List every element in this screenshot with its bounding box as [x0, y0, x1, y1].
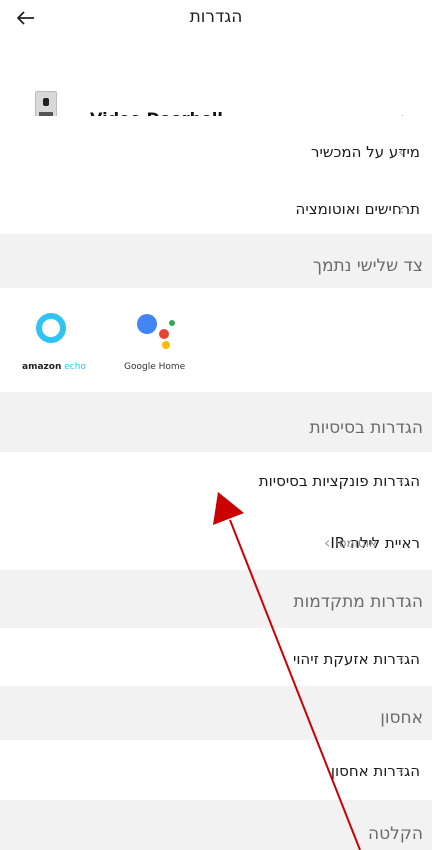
section-basic-settings: הגדרות בסיסיות	[0, 392, 432, 452]
page-title: הגדרות	[189, 7, 243, 27]
detection-alarm-row[interactable]: הגדרות אזעקת זיהוי ‹	[0, 628, 432, 686]
device-info-row[interactable]: מידע על המכשיר ‹	[0, 116, 432, 176]
top-bar: הגדרות	[0, 0, 432, 40]
chevron-left-icon: ‹	[398, 200, 405, 219]
device-row[interactable]: Video Doorbell ‹	[0, 40, 432, 143]
ir-night-vision-value: אוטומטי	[336, 536, 377, 550]
section-third-party: צד שלישי נתמך	[0, 234, 432, 288]
third-party-integrations	[0, 288, 432, 392]
google-assistant-icon[interactable]	[136, 313, 178, 349]
section-title: הקלטה	[368, 824, 423, 844]
chevron-left-icon: ‹	[398, 471, 405, 490]
section-storage: אחסון	[0, 686, 432, 740]
section-title: אחסון	[380, 708, 423, 728]
section-recording: הקלטה	[0, 800, 432, 850]
scenarios-automation-row[interactable]: תרחישים ואוטומציה ‹	[0, 176, 432, 234]
section-title: הגדרות בסיסיות	[309, 418, 424, 438]
section-title: הגדרות מתקדמות	[293, 592, 423, 612]
chevron-left-icon: ‹	[398, 761, 405, 780]
alexa-icon[interactable]	[36, 313, 66, 343]
basic-functions-row[interactable]: הגדרות פונקציות בסיסיות ‹	[0, 452, 432, 508]
section-advanced-settings: הגדרות מתקדמות	[0, 570, 432, 628]
basic-functions-label: הגדרות פונקציות בסיסיות	[258, 472, 420, 490]
chevron-left-icon: ‹	[398, 142, 405, 161]
amazon-echo-label: amazon echo	[22, 362, 86, 372]
chevron-left-icon: ‹	[398, 649, 405, 668]
ir-night-vision-row[interactable]: ראיית לילה IR אוטומטי ‹	[0, 508, 432, 570]
google-home-label: Google Home	[124, 362, 186, 372]
section-title: צד שלישי נתמך	[312, 256, 423, 276]
storage-settings-label: הגדרות אחסון	[330, 762, 420, 780]
storage-settings-row[interactable]: הגדרות אחסון ‹	[0, 740, 432, 800]
chevron-left-icon: ‹	[324, 533, 331, 552]
